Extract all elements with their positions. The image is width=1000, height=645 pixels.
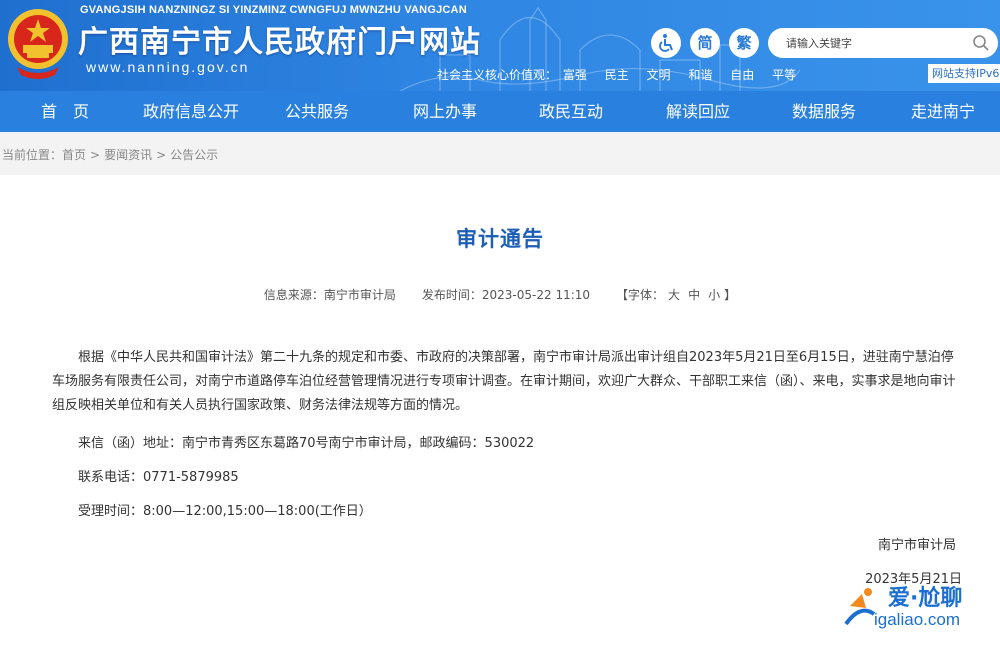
core-values-label: 社会主义核心价值观： xyxy=(437,68,558,82)
nav-item-online-service[interactable]: 网上办事 xyxy=(382,91,508,132)
font-size-small[interactable]: 小 xyxy=(708,288,720,302)
search-icon[interactable] xyxy=(972,34,990,52)
breadcrumb-bar: 当前位置：首页 > 要闻资讯 > 公告公示 xyxy=(0,132,1000,175)
breadcrumb-label: 当前位置： xyxy=(2,148,63,162)
font-size-switcher: 【字体：大中小】 xyxy=(616,288,736,302)
core-value: 富强 xyxy=(562,68,587,82)
main-nav: 首 页 政府信息公开 公共服务 网上办事 政民互动 解读回应 数据服务 走进南宁 xyxy=(0,91,1000,132)
nav-item-interaction[interactable]: 政民互动 xyxy=(508,91,634,132)
zhuang-site-name: GVANGJSIH NANZNINGZ SI YINZMINZ CWNGFUJ … xyxy=(80,4,467,16)
core-value: 自由 xyxy=(730,68,755,82)
core-value: 平等 xyxy=(772,68,797,82)
nav-item-data-service[interactable]: 数据服务 xyxy=(762,91,886,132)
simplified-chinese-button[interactable]: 简 xyxy=(690,28,720,58)
nav-item-gov-info[interactable]: 政府信息公开 xyxy=(130,91,252,132)
ipv6-badge: 网站支持IPv6 xyxy=(928,64,1000,83)
breadcrumb-separator: > xyxy=(90,148,101,162)
article-publish-time: 发布时间：2023-05-22 11:10 xyxy=(421,288,591,302)
breadcrumb-item-notice[interactable]: 公告公示 xyxy=(170,148,218,162)
nav-item-home[interactable]: 首 页 xyxy=(0,91,130,132)
breadcrumb-item-news[interactable]: 要闻资讯 xyxy=(104,148,152,162)
accessibility-button[interactable] xyxy=(651,28,681,58)
core-value: 和谐 xyxy=(688,68,713,82)
search-box xyxy=(768,28,998,58)
nav-item-public-service[interactable]: 公共服务 xyxy=(252,91,382,132)
core-value: 文明 xyxy=(646,68,671,82)
font-size-large[interactable]: 大 xyxy=(668,288,680,302)
article-paragraph: 根据《中华人民共和国审计法》第二十九条的规定和市委、市政府的决策部署，南宁市审计… xyxy=(52,350,956,413)
search-input[interactable] xyxy=(786,35,966,51)
site-title[interactable]: 广西南宁市人民政府门户网站 xyxy=(78,17,481,61)
core-value: 民主 xyxy=(604,68,629,82)
breadcrumb-separator: > xyxy=(156,148,167,162)
nav-item-interpretation[interactable]: 解读回应 xyxy=(634,91,762,132)
article-hours: 受理时间：8:00—12:00,15:00—18:00(工作日） xyxy=(78,504,372,519)
watermark-domain: igaliao.com xyxy=(874,610,960,629)
font-size-label: 【字体： xyxy=(616,288,665,302)
article-signature: 南宁市审计局 xyxy=(877,538,956,553)
watermark: 爱·尬聊 igaliao.com xyxy=(836,578,996,638)
watermark-text: 爱·尬聊 xyxy=(888,586,963,611)
breadcrumb-item-home[interactable]: 首页 xyxy=(62,148,86,162)
traditional-chinese-button[interactable]: 繁 xyxy=(729,28,759,58)
article-title: 审计通告 xyxy=(456,227,544,251)
font-size-medium[interactable]: 中 xyxy=(688,288,700,302)
wheelchair-icon xyxy=(659,34,673,52)
site-header: GVANGJSIH NANZNINGZ SI YINZMINZ CWNGFUJ … xyxy=(0,0,1000,91)
article-phone: 联系电话：0771-5879985 xyxy=(78,470,239,485)
breadcrumb: 当前位置：首页 > 要闻资讯 > 公告公示 xyxy=(2,146,218,163)
font-size-close: 】 xyxy=(724,288,737,302)
article-address: 来信（函）地址：南宁市青秀区东葛路70号南宁市审计局，邮政编码：530022 xyxy=(78,436,535,451)
article-source: 信息来源：南宁市审计局 xyxy=(263,288,396,302)
national-emblem-icon xyxy=(8,9,68,79)
core-values: 社会主义核心价值观： 富强 民主 文明 和谐 自由 平等 xyxy=(437,66,810,83)
site-url[interactable]: www.nanning.gov.cn xyxy=(86,59,249,75)
article-body: 根据《中华人民共和国审计法》第二十九条的规定和市委、市政府的决策部署，南宁市审计… xyxy=(52,346,960,418)
nav-item-about-nanning[interactable]: 走进南宁 xyxy=(886,91,1000,132)
article-meta: 信息来源：南宁市审计局 发布时间：2023-05-22 11:10 【字体：大中小】 xyxy=(0,286,1000,303)
